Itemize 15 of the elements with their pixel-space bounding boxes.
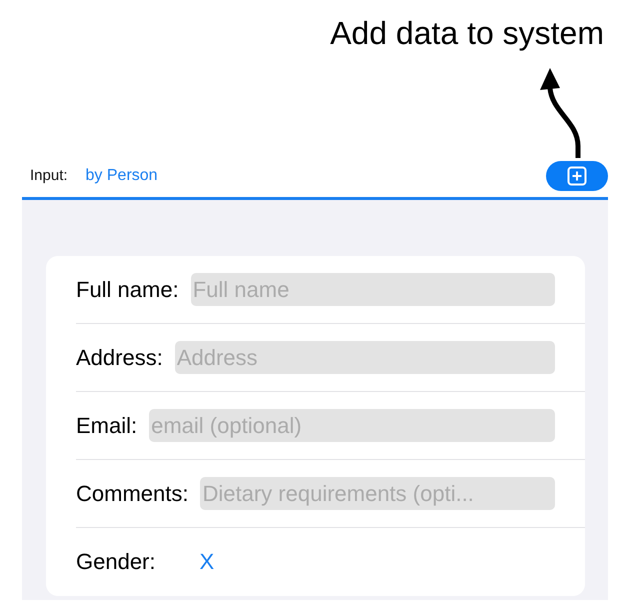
input-label: Input: bbox=[30, 167, 68, 184]
field-label: Gender: bbox=[76, 548, 156, 574]
mode-link[interactable]: by Person bbox=[86, 166, 158, 184]
field-label: Comments: bbox=[76, 480, 188, 506]
field-label: Address: bbox=[76, 344, 163, 370]
plus-icon bbox=[567, 166, 587, 186]
annotation-text: Add data to system bbox=[330, 14, 604, 53]
gender-selector[interactable]: X bbox=[200, 548, 214, 574]
add-button[interactable] bbox=[546, 160, 608, 190]
input-field[interactable]: email (optional) bbox=[149, 409, 555, 442]
input-field[interactable]: Address bbox=[174, 341, 555, 374]
input-field[interactable]: Dietary requirements (opti... bbox=[200, 477, 555, 510]
field-label: Email: bbox=[76, 412, 138, 438]
field-label: Full name: bbox=[76, 276, 179, 302]
input-field[interactable]: Full name bbox=[190, 273, 555, 306]
